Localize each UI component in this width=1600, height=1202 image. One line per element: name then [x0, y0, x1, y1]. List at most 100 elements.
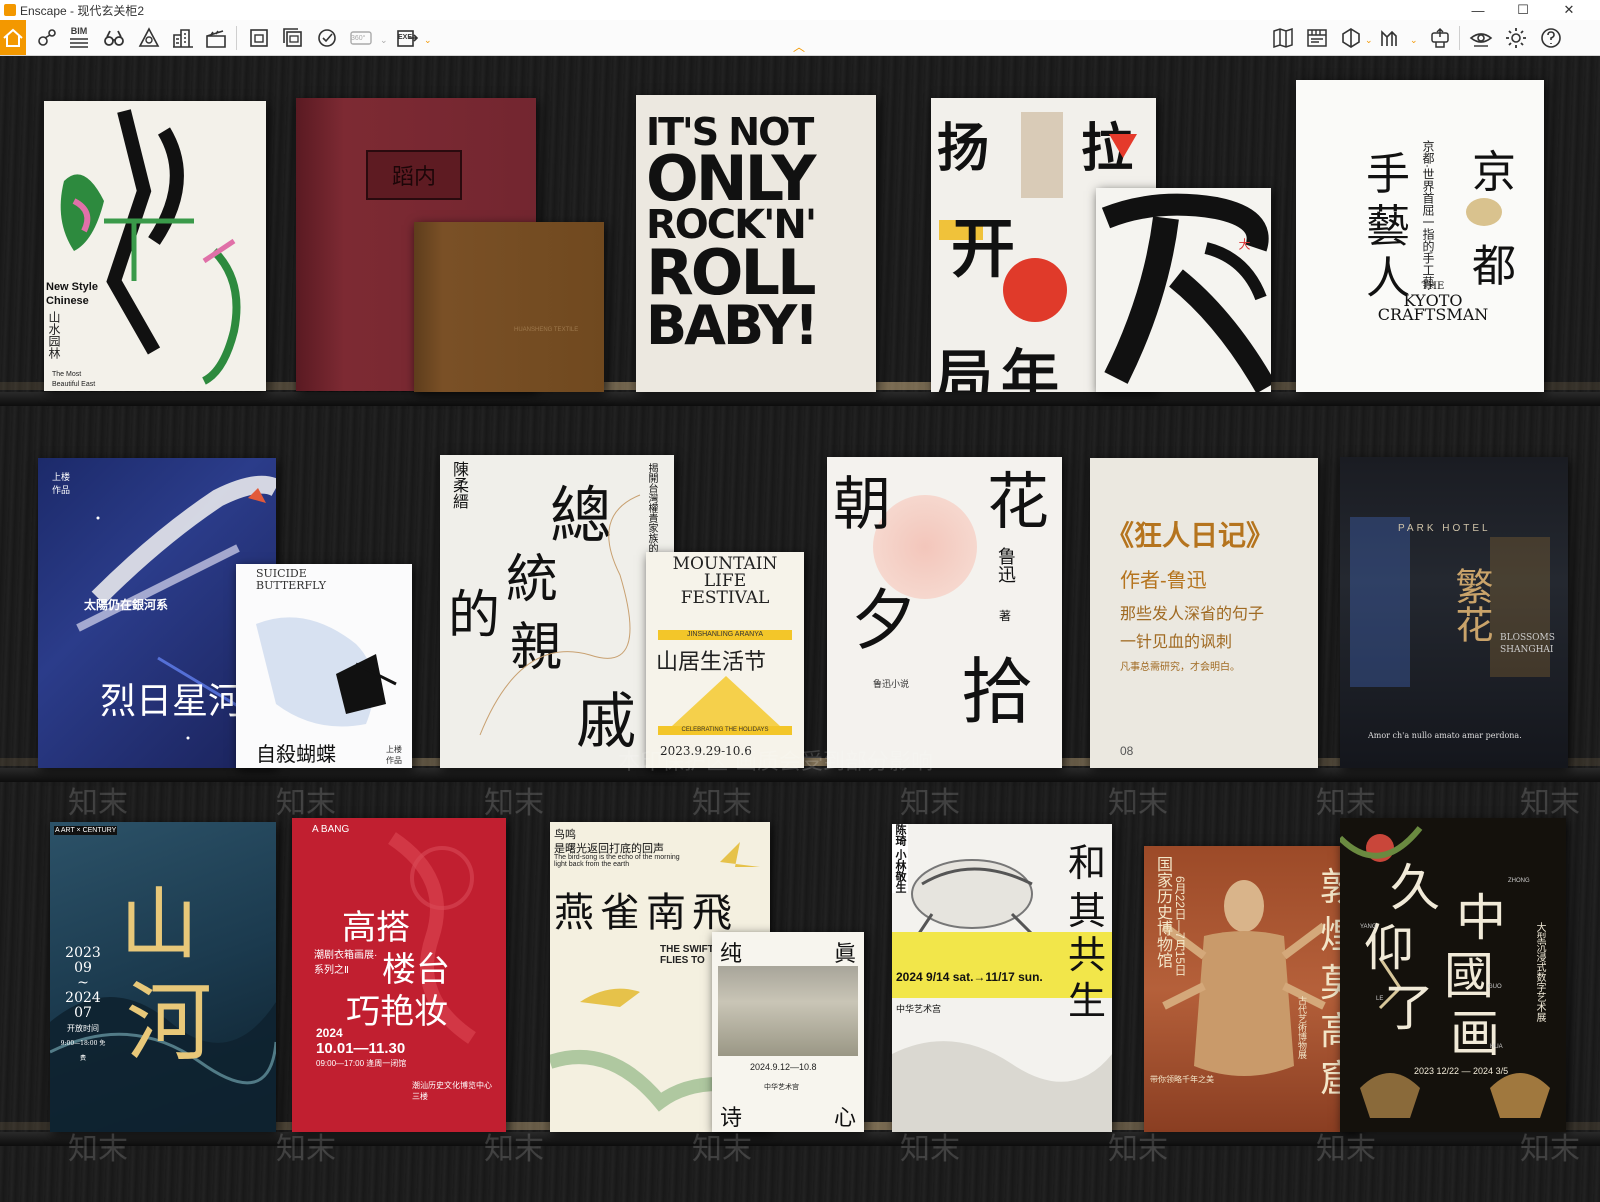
poster-heqi-gongsheng[interactable]: 陈琦 小林敬生 和 其 共 生 2024 9/14 sat.→11/17 sun… — [892, 824, 1112, 1132]
book-text: 9:00—18:00 免费 — [60, 1040, 106, 1062]
material-icon[interactable] — [1336, 23, 1366, 53]
book-kuangren-riji[interactable]: 《狂人日记》 作者-鲁迅 那些发人深省的句子 一针见血的讽刺 凡事总需研究，才会… — [1090, 458, 1318, 768]
bim-label: BIM — [70, 25, 88, 36]
book-line: BABY! — [646, 293, 819, 357]
render-viewport[interactable]: New Style Chinese The Most Beautiful Eas… — [0, 56, 1600, 1202]
thread-line-art — [479, 494, 641, 736]
book-fanhua-blossoms-shanghai[interactable]: PARK HOTEL 繁花 BLOSSOMS SHANGHAI Amor ch'… — [1340, 457, 1568, 768]
book-text: 带你领略千年之美 — [1150, 1075, 1214, 1084]
watermark: 知末 — [692, 1132, 752, 1167]
book-text: CRAFTSMAN — [1377, 305, 1489, 324]
book-char: 眞 — [834, 942, 857, 967]
book-zongtong-de-qinqi[interactable]: 陳柔縉 揭開台灣權貴家族的 總 統 的 親 戚 — [440, 455, 674, 768]
book-title: 自殺蝴蝶 — [256, 744, 336, 766]
book-text: 07 — [74, 1005, 92, 1021]
book-date: 2024 9/14 sat.→11/17 sun. — [896, 970, 1043, 984]
book-mountain-life-festival[interactable]: MOUNTAIN LIFE FESTIVAL JINSHANLING ARANY… — [646, 552, 804, 768]
watermark: 知末 — [1316, 1132, 1376, 1167]
book-brown-hardcover[interactable]: HUANSHENG TEXTILE — [414, 222, 604, 392]
upload-icon[interactable] — [1425, 23, 1455, 53]
book-text: The Most — [52, 371, 82, 378]
book-text: 那些发人深省的句子 — [1120, 606, 1265, 623]
book-char: 花 — [987, 465, 1050, 538]
book-text: 鲁迅小说 — [873, 679, 910, 689]
settings-icon[interactable] — [1501, 23, 1531, 53]
camera-path-icon[interactable] — [32, 23, 62, 53]
book-text: 国家历史博物馆 — [1154, 856, 1171, 968]
book-text: ~ — [77, 975, 89, 991]
book-text: 潮汕历史文化博览中心三楼 — [412, 1081, 492, 1101]
poster-chunzhen-shixin[interactable]: 纯 眞 诗 心 2024.9.12—10.8 中华艺术宫 — [712, 932, 864, 1132]
book-title: 繁花 — [1449, 567, 1493, 643]
book-char: 局 — [935, 345, 994, 392]
book-text: SHANGHAI — [1500, 645, 1554, 655]
book-text: BLOSSOMS — [1500, 633, 1555, 643]
book-suicide-butterfly[interactable]: SUICIDE BUTTERFLY 自殺蝴蝶 上楼作品 — [236, 564, 412, 768]
asset-library-icon[interactable] — [1375, 23, 1405, 53]
book-char: 心 — [834, 1106, 857, 1131]
poster-shanhe[interactable]: A ART × CENTURY 山 河 2023 09 ~ 2024 07 开放… — [50, 822, 276, 1132]
clapper-icon[interactable] — [201, 23, 231, 53]
watermark: 知末 — [484, 786, 544, 821]
book-text: Chinese — [46, 295, 89, 307]
book-kyoto-craftsman[interactable]: 京 都 手 藝 人 京都·世界首屈一指的手工藝之城 THE KYOTO CRAF… — [1296, 80, 1544, 392]
festival-band: CELEBRATING THE HOLIDAYS — [658, 726, 792, 735]
book-text: 山水园林 — [47, 311, 61, 359]
atmosphere-icon[interactable] — [134, 23, 164, 53]
book-text: THE SWIFT FLIES TO — [660, 944, 714, 966]
book-zhaohua-xishi[interactable]: 朝 花 夕 拾 鲁迅 著 鲁迅小说 — [827, 457, 1062, 768]
screenshot-icon[interactable] — [244, 23, 274, 53]
book-brush-ink[interactable]: 大 — [1096, 188, 1271, 392]
poster-gaoda-loutai[interactable]: A BANG 高搭 楼台 巧艳妆 潮剧衣箱画展·系列之Ⅱ 2024 10.01—… — [292, 818, 506, 1132]
book-text: 太陽仍在銀河系 — [84, 598, 169, 612]
book-char: 纯 — [720, 942, 743, 967]
book-char: 大 — [1237, 238, 1251, 250]
collapse-toolbar-icon[interactable]: ︿ — [793, 38, 805, 55]
book-text: PARK HOTEL — [1398, 523, 1491, 534]
book-char: 画 — [1450, 1005, 1500, 1063]
book-char: 年 — [1001, 345, 1060, 392]
exe-export-icon[interactable]: EXE — [392, 23, 422, 53]
book-text: Amor ch'a nullo amato amar perdona. — [1368, 731, 1522, 740]
map-icon[interactable] — [1268, 23, 1298, 53]
poster-dunhuang-mogao[interactable]: 敦 煌 莫 高 窟 国家历史博物馆 6月22日—7月15日 古代艺術博物展 带你… — [1144, 846, 1360, 1132]
web-export-icon[interactable] — [312, 23, 342, 53]
book-new-chinese-style[interactable]: New Style Chinese The Most Beautiful Eas… — [44, 101, 266, 391]
bim-icon[interactable]: BIM — [64, 23, 94, 53]
book-text: 古代艺術博物展 — [1297, 996, 1307, 1059]
panorama-icon[interactable]: 360° — [346, 23, 376, 53]
watermark: 知末 — [1316, 786, 1376, 821]
minimize-button[interactable]: — — [1455, 0, 1501, 20]
book-char: 河 — [126, 973, 212, 1073]
watermark: 知末 — [1108, 1132, 1168, 1167]
help-icon[interactable] — [1536, 23, 1566, 53]
poster-jiuyang-zhongguohua[interactable]: 久 仰 了 中 國 画 大型沉浸式数字艺术展 YANG LE ZHONG GUO… — [1340, 818, 1566, 1132]
watermark: 知末 — [276, 1132, 336, 1167]
book-date: 2024.9.12—10.8 — [750, 1062, 817, 1072]
close-button[interactable]: ✕ — [1546, 0, 1592, 20]
book-title: 燕雀南飛 — [554, 890, 738, 936]
book-text: ZHONG — [1508, 878, 1530, 884]
chevron-down-icon[interactable]: ⌄ — [380, 35, 388, 46]
home-icon[interactable] — [0, 20, 26, 55]
chevron-down-icon[interactable]: ⌄ — [424, 35, 432, 46]
book-author: 作者-鲁迅 — [1120, 570, 1207, 592]
book-title: 巧艳妆 — [346, 992, 448, 1032]
chevron-down-icon[interactable]: ⌄ — [1365, 35, 1373, 46]
chevron-down-icon[interactable]: ⌄ — [1410, 35, 1418, 46]
book-author: 鲁迅 — [996, 547, 1016, 583]
video-editor-icon[interactable] — [1302, 23, 1332, 53]
maximize-button[interactable]: ☐ — [1500, 0, 1546, 20]
book-its-not-only-rock-n-roll[interactable]: IT'S NOT ONLY ROCK'N' ROLL BABY! — [636, 95, 876, 392]
eye-icon[interactable] — [1466, 23, 1496, 53]
title-bar: Enscape - 现代玄关柜2 — ☐ ✕ — [0, 0, 1600, 20]
batch-render-icon[interactable] — [278, 23, 308, 53]
festival-band: JINSHANLING ARANYA — [658, 630, 792, 640]
toolbar-separator — [236, 26, 237, 50]
book-text: YANG — [1360, 924, 1377, 930]
buildings-icon[interactable] — [168, 23, 198, 53]
book-text: 09:00—17:00 逢周一闭馆 — [316, 1059, 407, 1068]
binoculars-icon[interactable] — [99, 23, 129, 53]
book-text: GUO — [1488, 984, 1502, 990]
book-text: SUICIDE BUTTERFLY — [256, 567, 327, 592]
